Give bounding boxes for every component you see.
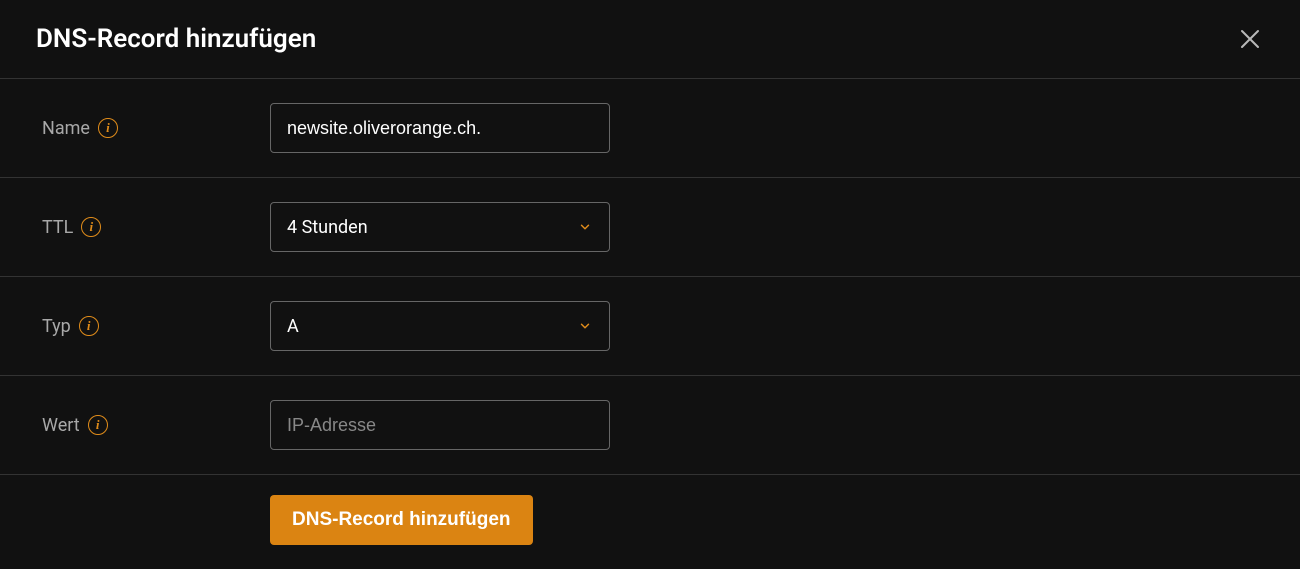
wert-input[interactable] [270, 400, 610, 450]
row-ttl: TTL i 4 Stunden [0, 178, 1300, 277]
modal-title: DNS-Record hinzufügen [36, 24, 316, 54]
row-type: Typ i A [0, 277, 1300, 376]
ttl-select[interactable]: 4 Stunden [270, 202, 610, 252]
name-input[interactable] [270, 103, 610, 153]
label-cell-ttl: TTL i [42, 217, 270, 238]
form-body: Name i TTL i 4 Stunden Typ i [0, 79, 1300, 569]
label-wert: Wert [42, 415, 80, 436]
control-cell-type: A [270, 301, 610, 351]
label-cell-type: Typ i [42, 316, 270, 337]
label-cell-name: Name i [42, 118, 270, 139]
close-button[interactable] [1236, 25, 1264, 53]
info-icon[interactable]: i [98, 118, 118, 138]
submit-spacer [42, 495, 270, 545]
label-name: Name [42, 118, 90, 139]
label-ttl: TTL [42, 217, 73, 238]
type-select-value: A [287, 316, 299, 337]
control-cell-wert [270, 400, 610, 450]
close-icon [1238, 27, 1262, 51]
info-icon[interactable]: i [88, 415, 108, 435]
submit-row: DNS-Record hinzufügen [0, 475, 1300, 569]
modal-header: DNS-Record hinzufügen [0, 0, 1300, 79]
info-icon[interactable]: i [79, 316, 99, 336]
info-icon[interactable]: i [81, 217, 101, 237]
chevron-down-icon [577, 219, 593, 235]
label-type: Typ [42, 316, 71, 337]
control-cell-name [270, 103, 610, 153]
control-cell-ttl: 4 Stunden [270, 202, 610, 252]
chevron-down-icon [577, 318, 593, 334]
row-wert: Wert i [0, 376, 1300, 475]
label-cell-wert: Wert i [42, 415, 270, 436]
submit-button[interactable]: DNS-Record hinzufügen [270, 495, 533, 545]
row-name: Name i [0, 79, 1300, 178]
type-select[interactable]: A [270, 301, 610, 351]
ttl-select-value: 4 Stunden [287, 217, 368, 238]
